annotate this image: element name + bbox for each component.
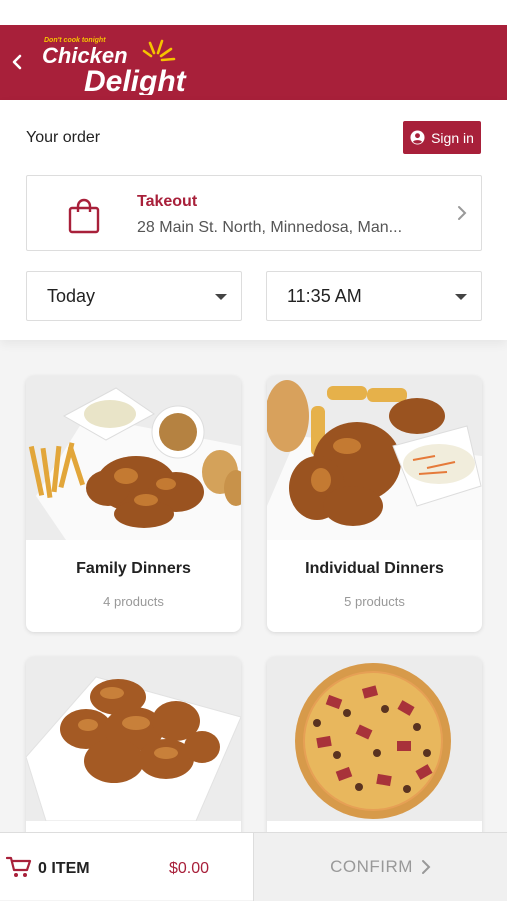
category-image-individual-dinners (267, 376, 482, 540)
time-select-value: 11:35 AM (287, 286, 362, 306)
category-title: Family Dinners (76, 560, 191, 577)
category-card-individual-dinners[interactable]: Individual Dinners 5 products (267, 376, 482, 632)
category-image-pizza (267, 657, 482, 821)
date-select-value: Today (47, 286, 96, 306)
category-product-count: 4 products (103, 594, 164, 609)
store-address: 28 Main St. North, Minnedosa, Man... (137, 219, 403, 236)
user-icon (410, 130, 425, 145)
brand-logo[interactable]: Don't cook tonight Chicken Delight (40, 31, 220, 95)
caret-down-icon (215, 294, 227, 300)
category-product-count: 5 products (344, 594, 405, 609)
sign-in-button[interactable]: Sign in (403, 121, 481, 154)
takeout-location-selector[interactable]: Takeout 28 Main St. North, Minnedosa, Ma… (26, 175, 482, 251)
chevron-right-icon (458, 206, 467, 220)
cart-summary[interactable]: 0 ITEM $0.00 (0, 833, 253, 901)
category-card-family-dinners[interactable]: Family Dinners 4 products (26, 376, 241, 632)
shopping-bag-icon (68, 198, 100, 234)
chevron-right-icon (421, 860, 431, 874)
caret-down-icon (455, 294, 467, 300)
time-select[interactable]: 11:35 AM (266, 271, 482, 321)
category-card-chicken[interactable] (26, 657, 241, 857)
date-select[interactable]: Today (26, 271, 242, 321)
svg-text:Delight: Delight (84, 65, 188, 95)
order-mode-title: Takeout (137, 193, 198, 210)
app-header: Don't cook tonight Chicken Delight (0, 25, 507, 100)
category-image-family-dinners (26, 376, 241, 540)
your-order-heading: Your order (26, 129, 101, 146)
status-bar (0, 0, 507, 25)
category-title: Individual Dinners (305, 560, 444, 577)
cart-bar: 0 ITEM $0.00 CONFIRM (0, 832, 507, 901)
chevron-left-icon[interactable] (8, 51, 26, 73)
category-image-chicken (26, 657, 241, 822)
category-card-pizza[interactable] (267, 657, 482, 857)
sign-in-label: Sign in (431, 129, 474, 146)
cart-total: $0.00 (169, 860, 210, 877)
order-panel: Your order Sign in Takeout 28 Main St. N… (0, 100, 507, 340)
confirm-label: CONFIRM (330, 857, 413, 876)
confirm-button[interactable]: CONFIRM (253, 833, 507, 901)
cart-item-count: 0 ITEM (38, 860, 90, 877)
shopping-cart-icon (6, 856, 32, 877)
